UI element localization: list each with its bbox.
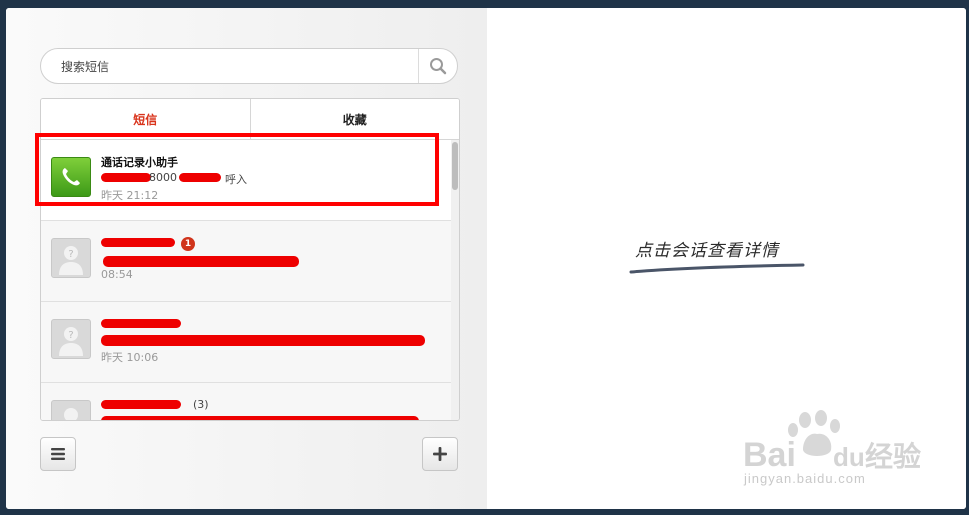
person-icon: ? [51,238,91,278]
message-time: 昨天 10:06 [101,351,159,364]
menu-button[interactable] [40,437,76,471]
svg-text:Bai: Bai [743,436,796,472]
tab-favorites[interactable]: 收藏 [249,99,459,139]
search-input[interactable] [59,49,418,85]
svg-text:?: ? [68,249,73,260]
redaction-mark [101,319,181,328]
phone-icon [51,157,91,197]
redaction-mark [179,173,221,182]
watermark-url: jingyan.baidu.com [744,471,866,486]
tab-messages[interactable]: 短信 [41,99,250,139]
person-icon [51,400,91,420]
conversation-item-call-assistant[interactable]: 通话记录小助手 8000 呼入 昨天 21:12 [41,140,451,221]
detail-hint: 点击会话查看详情 [635,241,779,261]
redaction-mark [101,400,181,409]
person-icon: ? [51,319,91,359]
message-preview: 8000 [149,171,177,184]
redaction-mark [101,238,175,247]
contact-name: 通话记录小助手 [101,156,178,169]
hint-underline [629,263,805,274]
search-button[interactable] [418,49,457,83]
svg-text:?: ? [68,330,73,341]
conversation-item[interactable]: ? 昨天 10:06 [41,302,451,383]
message-count: (3) [193,398,209,411]
app-window: 短信 收藏 通话记录小助手 8000 呼入 昨天 21:12 [6,8,966,509]
redaction-mark [101,335,425,346]
unread-badge: 1 [181,237,195,251]
conversation-item[interactable]: (3) [41,383,451,420]
message-panel: 短信 收藏 通话记录小助手 8000 呼入 昨天 21:12 ? 1 08:54… [40,98,460,421]
conversation-item[interactable]: ? 1 08:54 [41,221,451,302]
svg-text:du: du [833,442,865,472]
conversation-pane: 短信 收藏 通话记录小助手 8000 呼入 昨天 21:12 [6,8,487,509]
menu-icon [51,448,65,460]
detail-pane: 点击会话查看详情 Bai du 经验 jingyan.baidu.com [487,8,966,509]
redaction-mark [101,416,419,420]
svg-text:经验: 经验 [865,440,921,472]
redaction-mark [101,173,151,182]
call-direction: 呼入 [225,173,247,186]
message-time: 08:54 [101,268,133,281]
conversation-list: 通话记录小助手 8000 呼入 昨天 21:12 ? 1 08:54 ? 昨天 … [41,140,451,420]
plus-icon [433,447,447,461]
redaction-mark [103,256,299,267]
add-button[interactable] [422,437,458,471]
baidu-paw-logo: Bai du 经验 [743,410,921,472]
search-box [40,48,458,85]
search-icon [430,58,447,75]
message-time: 昨天 21:12 [101,189,159,202]
tab-bar: 短信 收藏 [41,99,459,140]
scrollbar-thumb[interactable] [452,142,458,190]
list-scrollbar[interactable] [451,140,459,420]
